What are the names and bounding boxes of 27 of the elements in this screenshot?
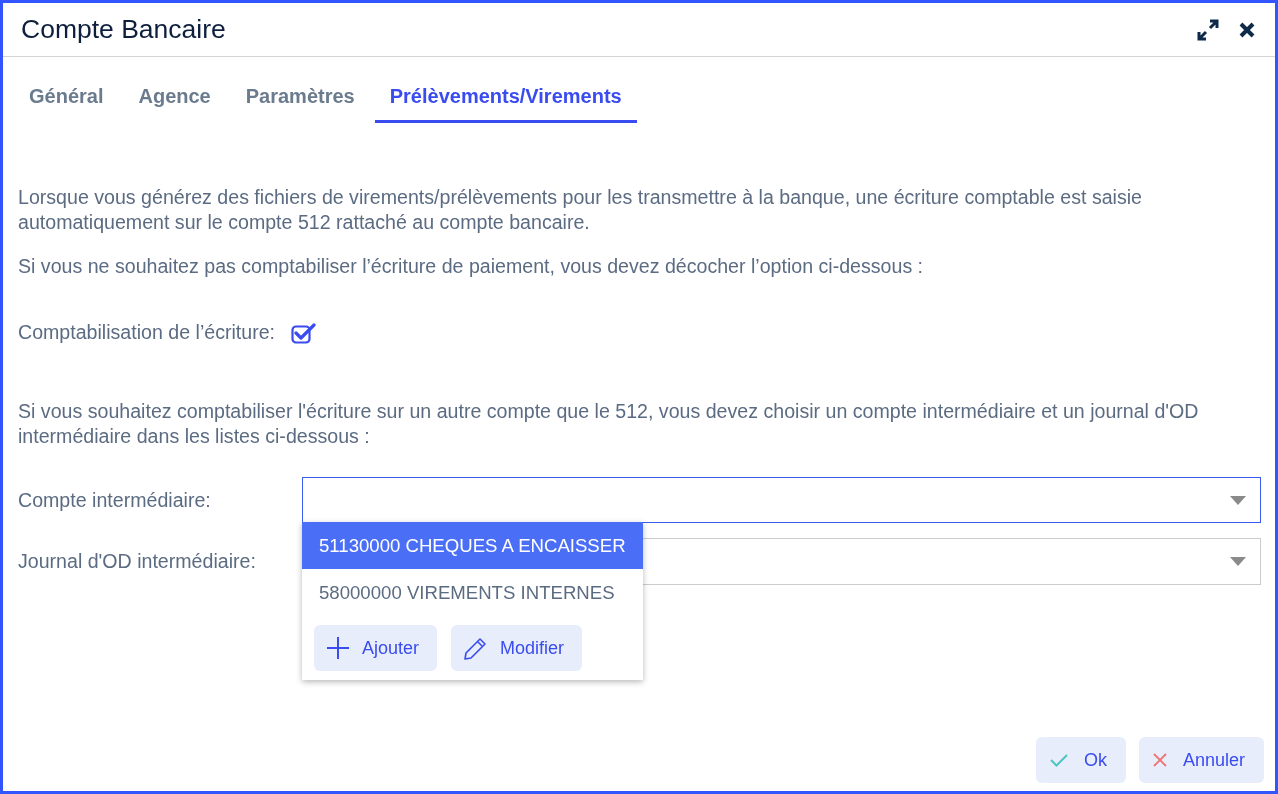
close-icon[interactable]	[1239, 21, 1255, 38]
ok-button[interactable]: Ok	[1035, 737, 1126, 783]
cross-icon	[1152, 753, 1167, 767]
plus-icon	[326, 636, 350, 660]
check-icon	[1049, 753, 1068, 767]
info-text: Lorsque vous générez des fichiers de virements/prélèvements pour les transmettre à la banque, une écriture comptable est saisie automatiquement sur le compte 512 rattaché au compte bancaire.	[18, 185, 1143, 235]
caret-icon	[1230, 495, 1246, 505]
field-label: Compte intermédiaire:	[18, 488, 212, 512]
dropdown-option[interactable]: 58000000 VIREMENTS INTERNES	[302, 569, 643, 616]
pencil-icon	[463, 635, 489, 661]
select-field[interactable]	[302, 477, 1261, 523]
info-text: Si vous ne souhaitez pas comptabiliser l’écriture de paiement, vous devez décocher l’option ci-dessous :	[18, 254, 925, 279]
tab[interactable]: Prélèvements/Virements	[374, 75, 637, 123]
expand-icon[interactable]	[1197, 18, 1219, 41]
field-label: Journal d'OD intermédiaire:	[18, 550, 257, 573]
info-text: Si vous souhaitez comptabiliser l'écriture sur un autre compte que le 512, vous devez choisir un compte intermédiaire et un journal d'OD intermédiaire dans les listes ci-dessous :	[18, 399, 1200, 449]
caret-icon	[1230, 557, 1246, 566]
cancel-button[interactable]: Annuler	[1138, 737, 1264, 783]
tab[interactable]: Paramètres	[230, 75, 370, 123]
tab[interactable]: Général	[14, 75, 119, 123]
window-title: Compte Bancaire	[21, 14, 227, 45]
dropdown-option[interactable]: 51130000 CHEQUES A ENCAISSER	[302, 522, 643, 569]
add-button[interactable]: Ajouter	[314, 625, 438, 671]
tab[interactable]: Agence	[123, 75, 226, 123]
checkbox[interactable]	[291, 321, 316, 344]
checkbox-label: Comptabilisation de l’écriture:	[18, 321, 275, 344]
edit-button[interactable]: Modifier	[451, 625, 583, 671]
